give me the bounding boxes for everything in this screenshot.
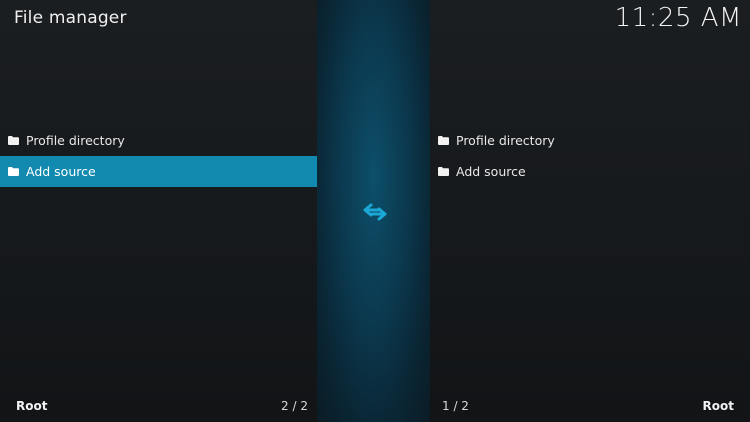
left-item-profile-directory[interactable]: Profile directory [0,125,317,156]
right-item-add-source[interactable]: Add source [430,156,750,187]
folder-icon [8,167,19,176]
left-file-list: Profile directory Add source [0,125,317,187]
right-pane: Profile directory Add source 1 / 2 Root [430,0,750,422]
folder-icon [438,167,449,176]
left-path-label: Root [16,399,48,413]
folder-icon [438,136,449,145]
right-path-label: Root [702,399,734,413]
right-item-count: 1 / 2 [442,399,469,413]
folder-icon [8,136,19,145]
item-label: Add source [26,164,96,179]
right-item-profile-directory[interactable]: Profile directory [430,125,750,156]
file-manager-screen: File manager 11:25 AM Profile directory … [0,0,750,422]
left-item-count: 2 / 2 [281,399,308,413]
item-label: Add source [456,164,526,179]
right-file-list: Profile directory Add source [430,125,750,187]
item-label: Profile directory [26,133,125,148]
item-label: Profile directory [456,133,555,148]
left-item-add-source[interactable]: Add source [0,156,317,187]
pane-divider [317,0,430,422]
swap-arrows-icon[interactable] [362,199,388,225]
left-pane: Profile directory Add source Root 2 / 2 [0,0,317,422]
